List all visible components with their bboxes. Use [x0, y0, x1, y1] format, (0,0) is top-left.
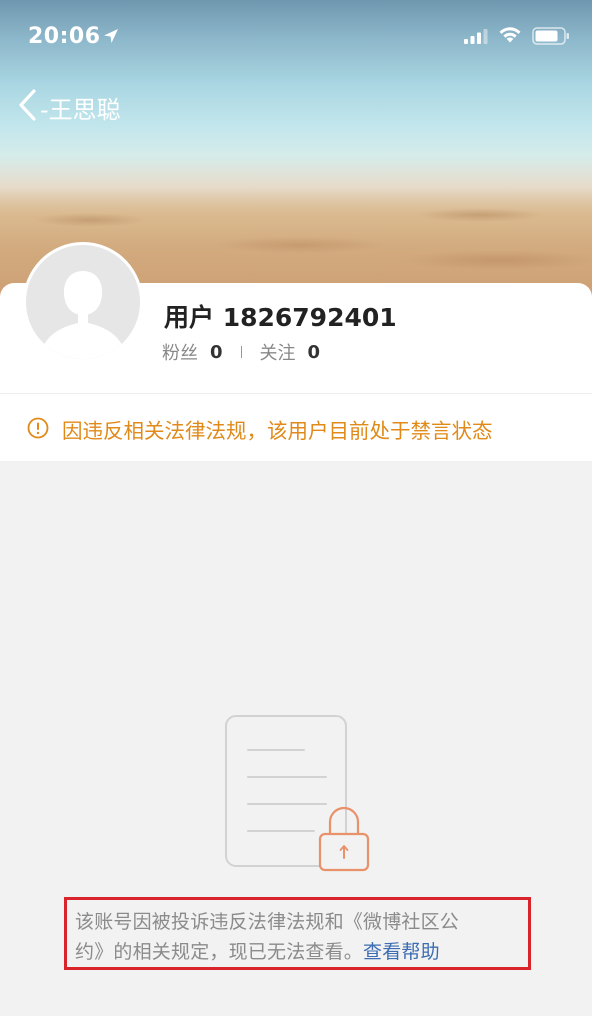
followers-count[interactable]: 0 [210, 342, 223, 363]
status-bar: 20:06 [0, 18, 592, 58]
nav-bar: -王思聪 [0, 80, 592, 130]
following-count[interactable]: 0 [308, 342, 321, 363]
avatar-silhouette [26, 245, 140, 359]
profile-page: 20:06 -王思聪 用户 1826792401 粉丝 0 关注 0 因违反相关… [0, 0, 592, 1016]
mute-notice-banner: 因违反相关法律法规，该用户目前处于禁言状态 [0, 393, 592, 461]
mute-notice-text: 因违反相关法律法规，该用户目前处于禁言状态 [62, 419, 493, 443]
alert-circle-icon [27, 417, 49, 439]
wifi-icon [499, 27, 521, 43]
view-help-link[interactable]: 查看帮助 [363, 941, 440, 963]
nav-title: -王思聪 [40, 96, 121, 124]
account-unavailable-message: 该账号因被投诉违反法律法规和《微博社区公 约》的相关规定，现已无法查看。查看帮助 [64, 897, 531, 970]
message-line-1: 该账号因被投诉违反法律法规和《微博社区公 [75, 911, 460, 933]
followers-label[interactable]: 粉丝 [162, 339, 198, 365]
locked-document-icon [225, 715, 370, 872]
message-line-2-text: 约》的相关规定，现已无法查看。 [75, 941, 364, 963]
default-avatar-icon[interactable] [23, 242, 143, 362]
stats-divider [240, 346, 242, 358]
message-line-2: 约》的相关规定，现已无法查看。查看帮助 [75, 937, 440, 964]
battery-icon [532, 27, 569, 45]
back-chevron-icon[interactable] [16, 88, 38, 122]
location-arrow-icon [104, 29, 118, 43]
profile-stats: 粉丝 0 关注 0 [162, 339, 321, 365]
following-label[interactable]: 关注 [260, 339, 296, 365]
username: 用户 1826792401 [164, 303, 397, 332]
status-time: 20:06 [28, 24, 101, 49]
cellular-signal-icon [464, 29, 488, 44]
